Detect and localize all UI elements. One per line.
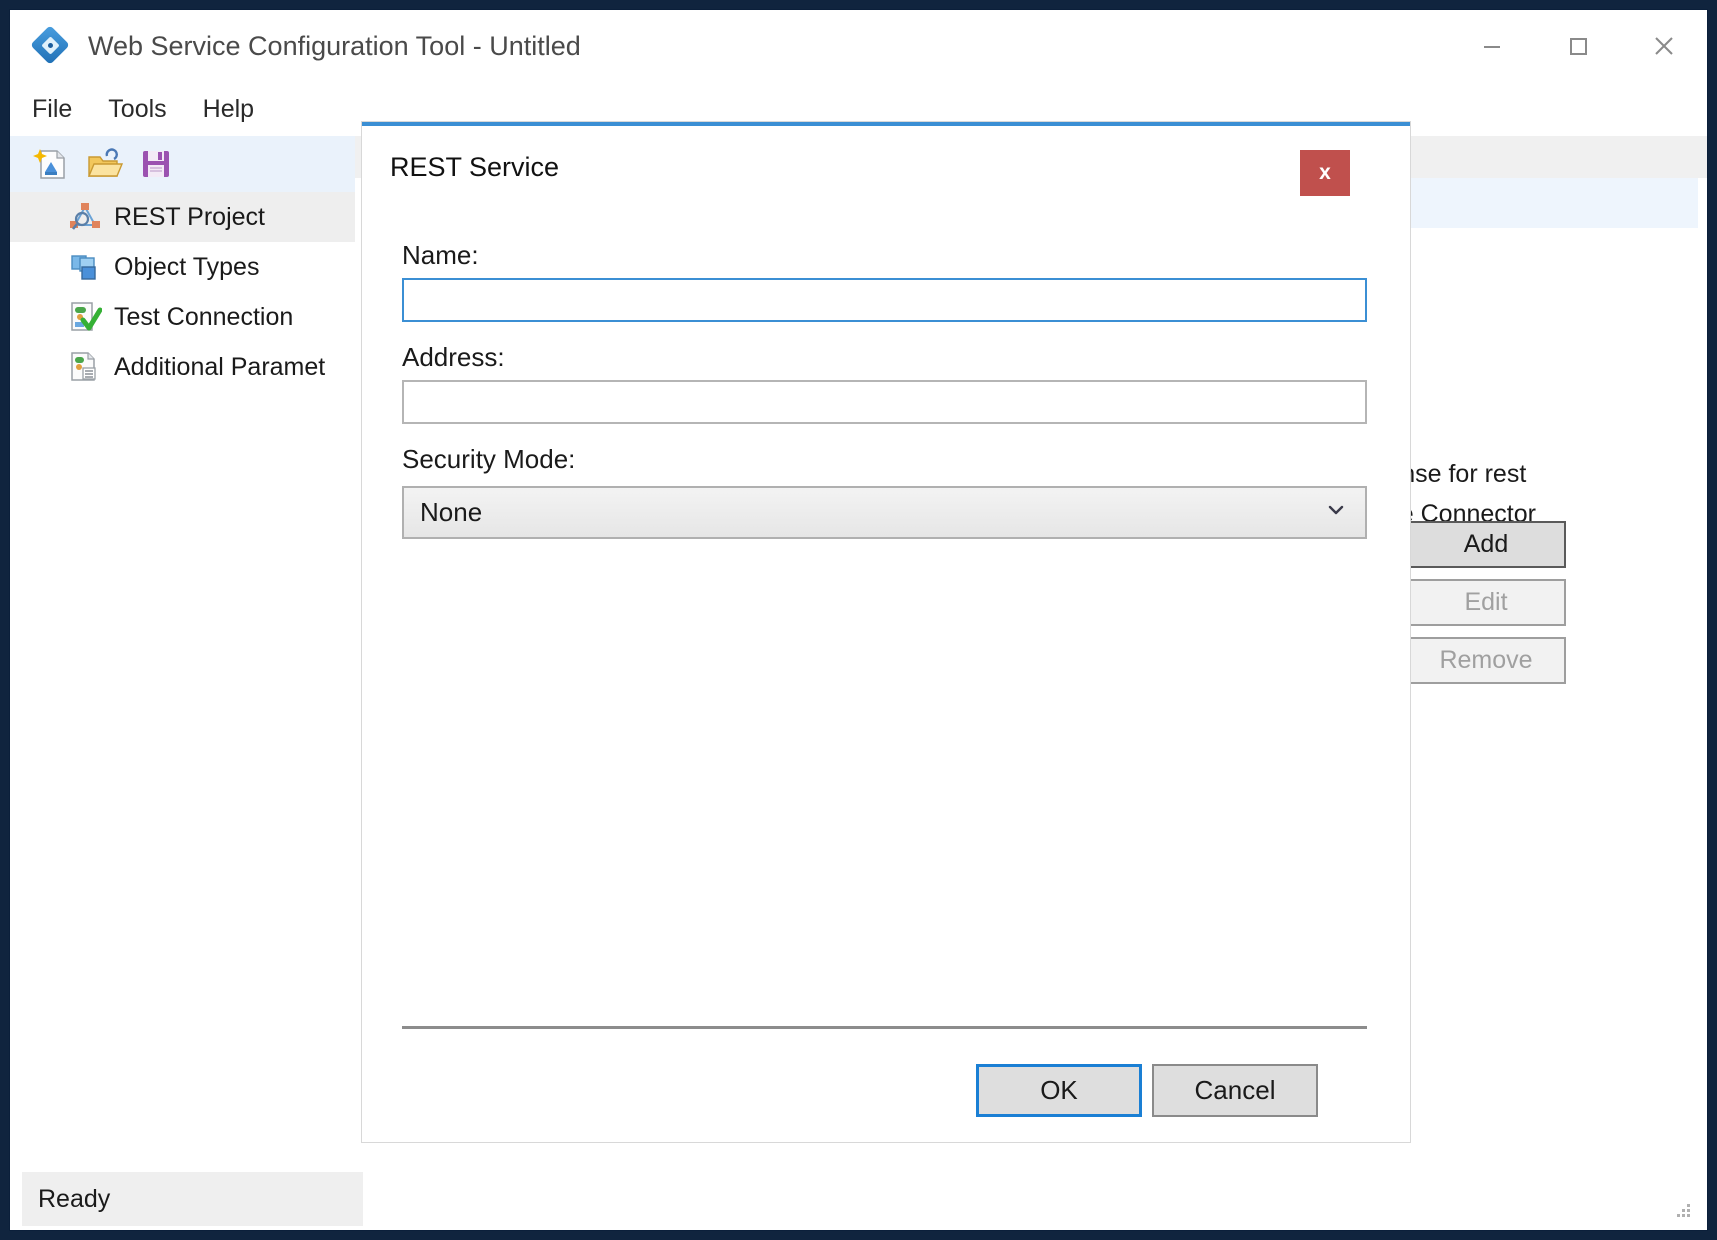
close-icon bbox=[1655, 37, 1673, 55]
sidebar-item-label: Additional Paramet bbox=[114, 352, 326, 381]
rest-service-dialog: REST Service x Name: Address: Security M… bbox=[362, 122, 1410, 1142]
tree-view[interactable]: REST Project Object Types Test Connectio… bbox=[10, 192, 355, 392]
new-project-button[interactable] bbox=[26, 142, 78, 186]
add-button[interactable]: Add bbox=[1406, 521, 1566, 568]
minimize-icon bbox=[1484, 46, 1500, 48]
name-input[interactable] bbox=[402, 278, 1367, 322]
edit-button: Edit bbox=[1406, 579, 1566, 626]
save-project-icon bbox=[143, 151, 169, 177]
resize-grip-icon[interactable] bbox=[1671, 1198, 1693, 1220]
window-title: Web Service Configuration Tool - Untitle… bbox=[88, 30, 581, 61]
sidebar-item-object-types[interactable]: Object Types bbox=[10, 242, 355, 292]
maximize-icon bbox=[1570, 38, 1587, 55]
window-close-button[interactable] bbox=[1621, 10, 1707, 82]
security-mode-label: Security Mode: bbox=[402, 444, 576, 474]
sidebar-item-rest-project[interactable]: REST Project bbox=[10, 192, 355, 242]
application-window: Web Service Configuration Tool - Untitle… bbox=[9, 9, 1708, 1231]
status-text: Ready bbox=[22, 1172, 363, 1226]
dialog-close-button[interactable]: x bbox=[1300, 150, 1350, 196]
sidebar-item-test-connection[interactable]: Test Connection bbox=[10, 292, 355, 342]
maximize-button[interactable] bbox=[1535, 10, 1621, 82]
sidebar-item-label: Test Connection bbox=[114, 302, 294, 331]
dialog-separator bbox=[402, 1026, 1367, 1029]
title-bar: Web Service Configuration Tool - Untitle… bbox=[10, 10, 1707, 82]
sidebar-item-additional-parameters[interactable]: Additional Paramet bbox=[10, 342, 355, 392]
new-project-icon bbox=[33, 149, 65, 179]
sidebar-item-label: Object Types bbox=[114, 252, 260, 281]
name-label: Name: bbox=[402, 240, 479, 270]
address-input[interactable] bbox=[402, 380, 1367, 424]
address-label: Address: bbox=[402, 342, 505, 372]
object-types-icon bbox=[68, 250, 102, 284]
additional-parameters-icon bbox=[68, 350, 102, 384]
open-project-icon bbox=[87, 148, 124, 177]
chevron-down-icon bbox=[1325, 499, 1347, 527]
status-bar: Ready bbox=[10, 1170, 1707, 1230]
left-panel: REST Project Object Types Test Connectio… bbox=[10, 136, 355, 1145]
dialog-title: REST Service bbox=[390, 152, 560, 182]
rest-project-icon bbox=[68, 200, 102, 234]
sidebar-item-label: REST Project bbox=[114, 202, 265, 231]
test-connection-icon bbox=[68, 300, 103, 334]
security-mode-value: None bbox=[420, 497, 483, 527]
ok-button[interactable]: OK bbox=[976, 1064, 1142, 1117]
security-mode-select[interactable]: None bbox=[402, 486, 1367, 539]
app-diamond-icon bbox=[30, 25, 70, 65]
minimize-button[interactable] bbox=[1449, 10, 1535, 82]
menu-item-tools[interactable]: Tools bbox=[108, 95, 166, 124]
toolbar bbox=[10, 136, 355, 192]
menu-item-help[interactable]: Help bbox=[203, 95, 254, 124]
window-controls bbox=[1449, 10, 1707, 82]
save-project-button[interactable] bbox=[130, 142, 182, 186]
remove-button: Remove bbox=[1406, 637, 1566, 684]
open-project-button[interactable] bbox=[78, 142, 130, 186]
menu-item-file[interactable]: File bbox=[32, 95, 72, 124]
cancel-button[interactable]: Cancel bbox=[1152, 1064, 1318, 1117]
